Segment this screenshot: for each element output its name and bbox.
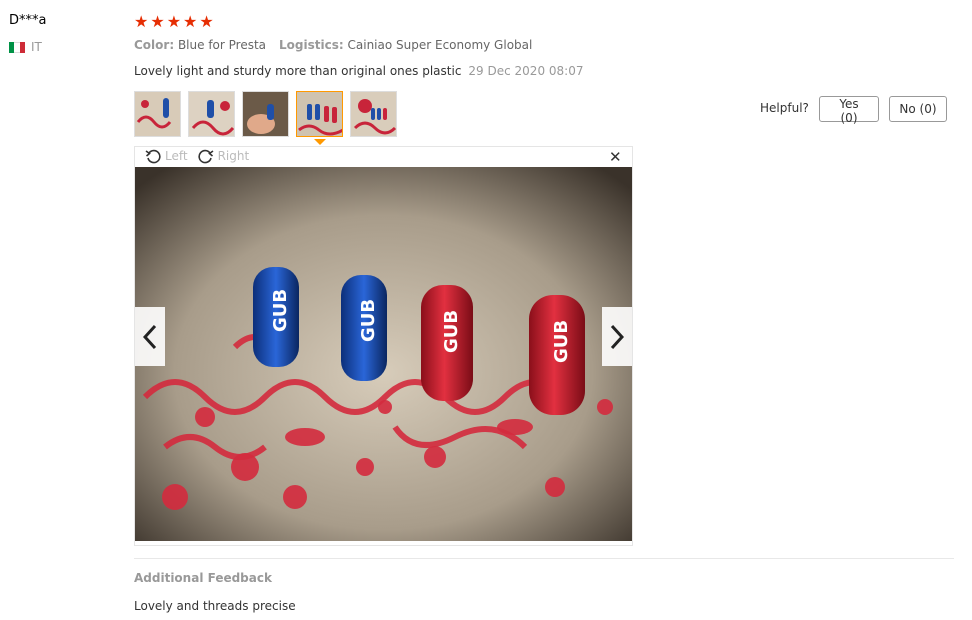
chevron-right-icon bbox=[610, 324, 624, 349]
helpful-yes-button[interactable]: Yes (0) bbox=[819, 96, 879, 125]
color-label: Color: bbox=[134, 38, 175, 52]
logistics-value: Cainiao Super Economy Global bbox=[347, 38, 533, 52]
review-text: Lovely light and sturdy more than origin… bbox=[134, 64, 462, 78]
reviewer-name: D***a bbox=[9, 13, 47, 28]
helpful-no-button[interactable]: No (0) bbox=[889, 96, 947, 122]
next-photo-button[interactable] bbox=[602, 307, 632, 366]
rotate-right-label: Right bbox=[217, 149, 250, 163]
thumbnail-1[interactable] bbox=[134, 91, 181, 137]
star-icon: ★ bbox=[150, 12, 165, 31]
svg-text:GUB: GUB bbox=[551, 320, 572, 363]
order-info: Color: Blue for Presta Logistics: Cainia… bbox=[134, 38, 532, 52]
reviewer-country: IT bbox=[9, 40, 42, 54]
photo-thumbnails bbox=[134, 91, 397, 137]
svg-text:GUB: GUB bbox=[441, 310, 462, 353]
svg-text:GUB: GUB bbox=[270, 289, 291, 332]
close-viewer-icon[interactable]: ✕ bbox=[609, 148, 622, 166]
viewer-toolbar: Left Right bbox=[145, 148, 249, 164]
review-body: Lovely light and sturdy more than origin… bbox=[134, 64, 583, 78]
thumbnail-2[interactable] bbox=[188, 91, 235, 137]
star-icon: ★ bbox=[199, 12, 214, 31]
logistics-label: Logistics: bbox=[279, 38, 344, 52]
thumbnail-4[interactable] bbox=[296, 91, 343, 137]
product-photo: GUB GUB GUB GUB bbox=[135, 167, 632, 541]
italy-flag-icon bbox=[9, 41, 25, 53]
additional-feedback-title: Additional Feedback bbox=[134, 571, 272, 585]
rotate-left-icon bbox=[145, 149, 161, 164]
country-code: IT bbox=[31, 40, 42, 54]
rotate-left-label: Left bbox=[165, 149, 188, 163]
svg-text:GUB: GUB bbox=[358, 299, 379, 342]
star-rating: ★ ★ ★ ★ ★ bbox=[134, 13, 214, 31]
thumbnail-3[interactable] bbox=[242, 91, 289, 137]
rotate-left-button[interactable]: Left bbox=[145, 148, 188, 164]
chevron-left-icon bbox=[143, 324, 157, 349]
active-thumbnail-pointer bbox=[314, 139, 326, 145]
helpful-label: Helpful? bbox=[760, 101, 809, 115]
divider bbox=[134, 558, 954, 559]
thumbnail-5[interactable] bbox=[350, 91, 397, 137]
rotate-right-button[interactable]: Right bbox=[198, 148, 250, 164]
star-icon: ★ bbox=[166, 12, 182, 31]
rotate-right-icon bbox=[198, 149, 214, 164]
star-icon: ★ bbox=[134, 12, 149, 31]
color-value: Blue for Presta bbox=[177, 38, 267, 52]
review-date: 29 Dec 2020 08:07 bbox=[468, 64, 584, 78]
previous-photo-button[interactable] bbox=[135, 307, 165, 366]
star-icon: ★ bbox=[183, 12, 198, 31]
additional-feedback-text: Lovely and threads precise bbox=[134, 599, 296, 613]
